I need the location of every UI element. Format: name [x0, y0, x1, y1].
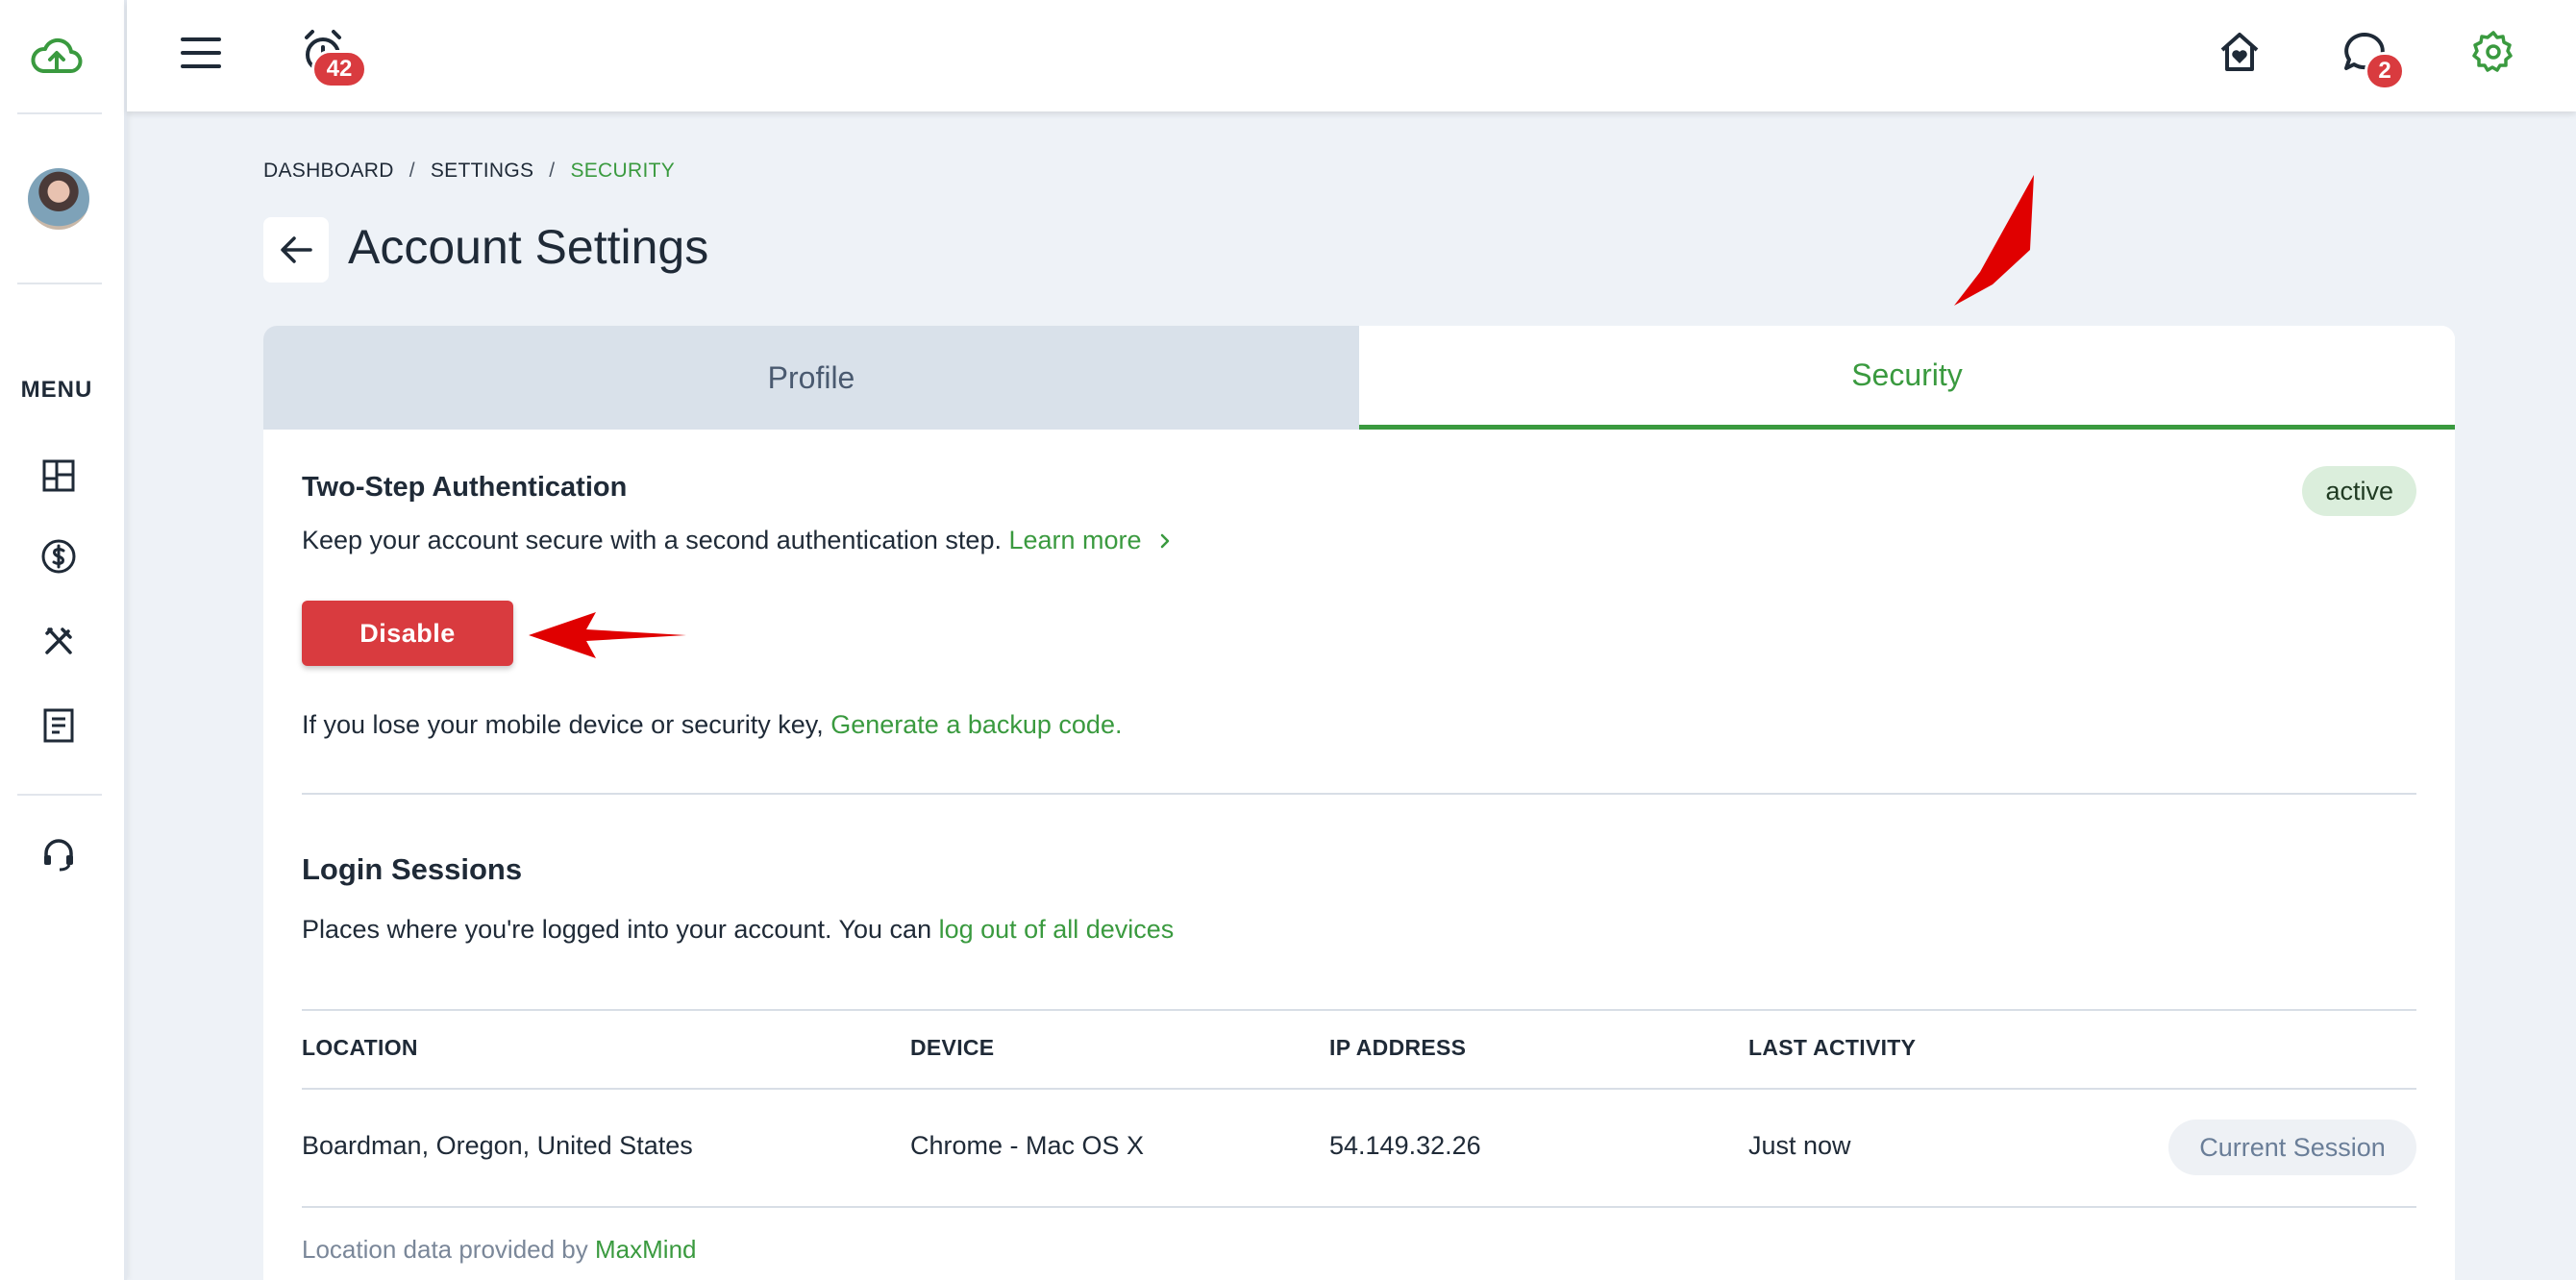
support-headset-icon[interactable]	[37, 832, 81, 876]
breadcrumb-security: SECURITY	[570, 160, 676, 182]
column-header-location: LOCATION	[302, 1035, 418, 1060]
current-session-badge: Current Session	[2168, 1120, 2416, 1175]
sidebar-divider	[17, 794, 102, 796]
session-last-activity: Just now	[1748, 1131, 1851, 1160]
login-sessions-title: Login Sessions	[302, 852, 523, 886]
logout-all-devices-link[interactable]: log out of all devices	[939, 915, 1175, 944]
session-ip: 54.149.32.26	[1329, 1131, 1481, 1160]
backup-code-text: If you lose your mobile device or securi…	[302, 710, 1122, 740]
messages-badge: 2	[2365, 52, 2405, 90]
tab-profile[interactable]: Profile	[263, 326, 1359, 430]
table-header-border	[302, 1088, 2416, 1090]
two-step-description: Keep your account secure with a second a…	[302, 526, 1174, 555]
login-sessions-text: Places where you're logged into your acc…	[302, 915, 932, 944]
table-top-border	[302, 1009, 2416, 1011]
table-bottom-border	[302, 1206, 2416, 1208]
dashboard-icon[interactable]	[37, 454, 81, 498]
menu-label: MENU	[20, 377, 93, 403]
sidebar: MENU	[0, 0, 127, 1280]
sidebar-divider	[17, 283, 102, 284]
settings-gear-icon[interactable]	[2466, 25, 2520, 79]
section-divider	[302, 793, 2416, 795]
generate-backup-code-link[interactable]: Generate a backup code.	[830, 710, 1122, 739]
column-header-last-activity: LAST ACTIVITY	[1748, 1035, 1917, 1060]
two-step-description-text: Keep your account secure with a second a…	[302, 526, 1002, 554]
hamburger-menu-icon[interactable]	[177, 29, 225, 77]
sidebar-divider	[17, 112, 102, 114]
breadcrumb-dashboard[interactable]: DASHBOARD	[263, 160, 394, 183]
home-heart-icon[interactable]	[2213, 25, 2266, 79]
document-icon[interactable]	[37, 703, 81, 748]
column-header-device: DEVICE	[910, 1035, 995, 1060]
footnote-text: Location data provided by	[302, 1235, 588, 1264]
breadcrumb-settings[interactable]: SETTINGS	[431, 160, 533, 183]
status-badge: active	[2302, 466, 2416, 516]
learn-more-link[interactable]: Learn more	[1008, 526, 1174, 554]
annotation-arrow-security-tab	[1954, 175, 2034, 306]
avatar[interactable]	[28, 168, 89, 230]
learn-more-label: Learn more	[1008, 526, 1142, 554]
breadcrumb: DASHBOARD / SETTINGS / SECURITY	[263, 160, 675, 183]
maxmind-link[interactable]: MaxMind	[595, 1235, 696, 1264]
disable-button[interactable]: Disable	[302, 601, 513, 666]
tools-icon[interactable]	[37, 619, 81, 663]
column-header-ip-address: IP ADDRESS	[1329, 1035, 1467, 1060]
tab-security[interactable]: Security	[1359, 326, 2455, 430]
session-location: Boardman, Oregon, United States	[302, 1131, 693, 1160]
settings-card: Profile Security Two-Step Authentication…	[263, 326, 2455, 1280]
breadcrumb-separator: /	[409, 160, 415, 182]
two-step-title: Two-Step Authentication	[302, 472, 628, 503]
topbar: 42 2	[127, 0, 2576, 111]
alerts-badge: 42	[311, 50, 367, 88]
session-device: Chrome - Mac OS X	[910, 1131, 1145, 1160]
breadcrumb-separator: /	[549, 160, 556, 182]
back-button[interactable]	[263, 217, 329, 283]
page-title: Account Settings	[348, 220, 709, 274]
chevron-right-icon	[1160, 533, 1170, 549]
arrow-left-icon	[281, 236, 312, 263]
location-footnote: Location data provided by MaxMind	[302, 1235, 697, 1265]
backup-code-prompt: If you lose your mobile device or securi…	[302, 710, 824, 739]
cloud-upload-icon[interactable]	[26, 29, 87, 83]
billing-dollar-icon[interactable]	[37, 534, 81, 578]
login-sessions-description: Places where you're logged into your acc…	[302, 915, 1174, 945]
